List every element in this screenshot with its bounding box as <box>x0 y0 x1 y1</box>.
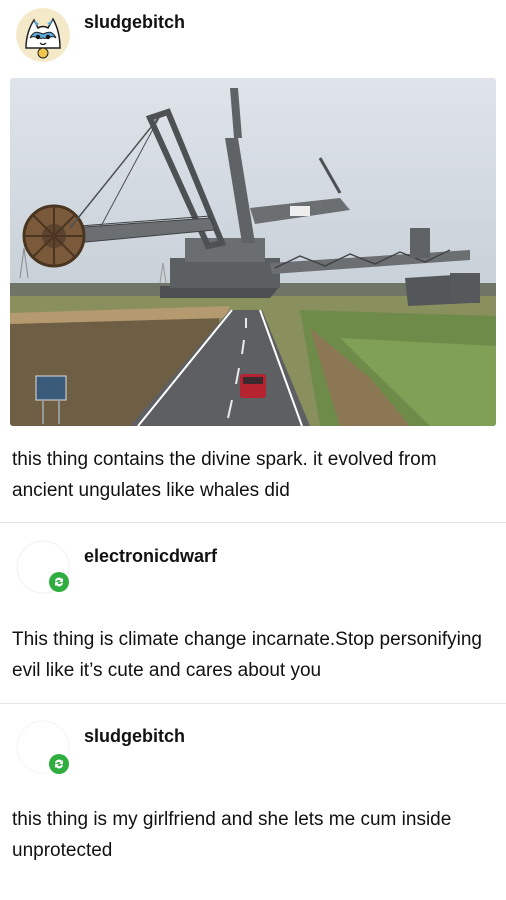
username[interactable]: electronicdwarf <box>84 546 217 567</box>
post-text: this thing contains the divine spark. it… <box>12 449 437 501</box>
reblog-icon <box>49 754 69 774</box>
username[interactable]: sludgebitch <box>84 12 185 33</box>
post-text: this thing is my girlfriend and she lets… <box>12 809 452 861</box>
avatar[interactable] <box>16 8 70 62</box>
username[interactable]: sludgebitch <box>84 726 185 747</box>
post-photo[interactable] <box>10 78 496 426</box>
divider <box>0 703 506 704</box>
reblog-icon <box>49 572 69 592</box>
post-text: This thing is climate change incarnate.S… <box>12 629 482 681</box>
reblog-badge <box>47 570 71 594</box>
divider <box>0 522 506 523</box>
excavator-photo-icon <box>10 78 496 426</box>
reblog-badge <box>47 752 71 776</box>
cat-avatar-icon <box>16 8 70 62</box>
post-header-1: sludgebitch <box>0 0 506 75</box>
